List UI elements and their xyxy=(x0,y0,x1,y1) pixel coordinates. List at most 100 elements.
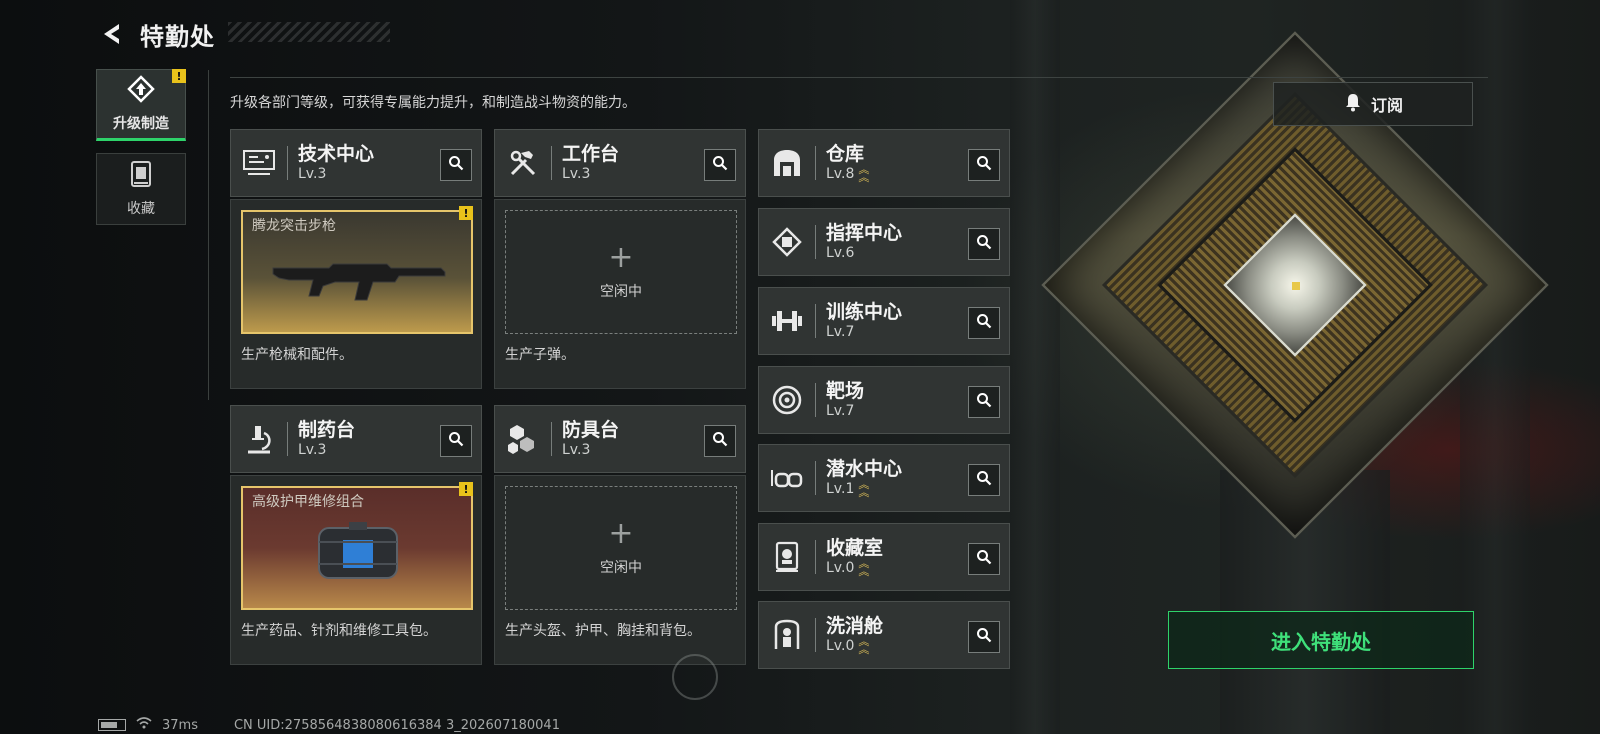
dept-name: 指挥中心 xyxy=(826,222,903,244)
search-icon xyxy=(976,392,992,412)
idle-label: 空闲中 xyxy=(600,284,642,300)
collection-icon xyxy=(128,160,154,192)
inspect-button[interactable] xyxy=(968,464,1000,496)
search-icon xyxy=(712,155,728,175)
dept-pharmacy[interactable]: 制药台 Lv.3 xyxy=(230,405,482,473)
dept-training-center[interactable]: 训练中心 Lv.7 xyxy=(758,287,1010,355)
search-icon xyxy=(448,431,464,451)
warehouse-icon xyxy=(759,130,815,196)
dept-name: 收藏室 xyxy=(826,537,884,559)
subscribe-label: 订阅 xyxy=(1370,96,1403,115)
upgrade-arrows-icon: ︽ ︽ xyxy=(858,478,869,499)
dept-level: Lv.7 xyxy=(826,324,855,340)
dept-level: Lv.0 xyxy=(826,560,855,576)
search-icon xyxy=(448,155,464,175)
dept-level: Lv.3 xyxy=(298,166,327,182)
production-slot[interactable]: 高级护甲维修组合 ! xyxy=(241,482,473,610)
tab-collection[interactable]: 收藏 xyxy=(96,153,186,225)
assault-rifle-icon xyxy=(269,252,449,306)
inspect-button[interactable] xyxy=(704,149,736,181)
dept-decontamination[interactable]: 洗消舱 Lv.0 ︽ ︽ xyxy=(758,601,1010,669)
dept-warehouse[interactable]: 仓库 Lv.8 ︽ ︽ xyxy=(758,129,1010,197)
enter-special-ops-button[interactable]: 进入特勤处 xyxy=(1168,611,1474,669)
production-description: 生产药品、针剂和维修工具包。 xyxy=(241,623,437,639)
dept-armor-bench[interactable]: 防具台 Lv.3 xyxy=(494,405,746,473)
microscope-icon xyxy=(231,406,287,472)
dept-level: Lv.8 xyxy=(826,166,855,182)
production-description: 生产枪械和配件。 xyxy=(241,347,353,363)
warning-badge: ! xyxy=(459,482,473,496)
dept-name: 训练中心 xyxy=(826,301,903,323)
dept-name: 潜水中心 xyxy=(826,458,903,480)
inspect-button[interactable] xyxy=(704,425,736,457)
tab-upgrade-craft[interactable]: ! 升级制造 xyxy=(96,69,186,141)
dept-diving-center[interactable]: 潜水中心 Lv.1 ︽ ︽ xyxy=(758,444,1010,512)
repair-kit-icon xyxy=(313,520,403,588)
warning-badge: ! xyxy=(172,69,186,83)
production-panel: 腾龙突击步枪 ! 生产枪械和配件。 xyxy=(230,199,482,389)
production-panel: + 空闲中 生产头盔、护甲、胸挂和背包。 xyxy=(494,475,746,665)
subscribe-button[interactable]: 订阅 xyxy=(1273,82,1473,126)
production-description: 生产子弹。 xyxy=(505,347,575,363)
dept-command-center[interactable]: 指挥中心 Lv.6 xyxy=(758,208,1010,276)
hammer-wrench-icon xyxy=(495,130,551,196)
diving-goggles-icon xyxy=(759,445,815,511)
dept-level: Lv.0 xyxy=(826,638,855,654)
tab-label: 收藏 xyxy=(127,201,155,217)
header: 特勤处 xyxy=(98,16,215,52)
production-description: 生产头盔、护甲、胸挂和背包。 xyxy=(505,623,701,639)
production-slot-empty[interactable]: + 空闲中 xyxy=(505,486,737,610)
divider xyxy=(208,70,209,400)
upgrade-arrows-icon: ︽ ︽ xyxy=(858,557,869,578)
tab-label: 升级制造 xyxy=(113,116,169,132)
inspect-button[interactable] xyxy=(968,621,1000,653)
production-panel: + 空闲中 生产子弹。 xyxy=(494,199,746,389)
target-icon xyxy=(759,367,815,433)
uid-text: CN UID:2758564838080616384 3_20260718004… xyxy=(233,717,560,733)
bell-icon xyxy=(1343,92,1363,116)
production-slot-empty[interactable]: + 空闲中 xyxy=(505,210,737,334)
search-icon xyxy=(976,155,992,175)
crosshair-decoration xyxy=(672,654,718,700)
dept-name: 靶场 xyxy=(826,380,865,402)
search-icon xyxy=(976,627,992,647)
upgrade-arrows-icon: ︽ ︽ xyxy=(858,163,869,184)
back-arrow-icon[interactable] xyxy=(98,20,126,48)
dept-name: 工作台 xyxy=(562,143,620,165)
upgrade-icon xyxy=(127,75,155,107)
status-bar: 37ms CN UID:2758564838080616384 3_202607… xyxy=(98,716,560,734)
inspect-button[interactable] xyxy=(440,425,472,457)
idle-label: 空闲中 xyxy=(600,560,642,576)
dept-tech-center[interactable]: 技术中心 Lv.3 xyxy=(230,129,482,197)
inspect-button[interactable] xyxy=(968,543,1000,575)
divider xyxy=(230,77,1488,78)
dumbbell-icon xyxy=(759,288,815,354)
search-icon xyxy=(976,549,992,569)
inspect-button[interactable] xyxy=(968,386,1000,418)
wifi-icon xyxy=(136,717,152,733)
dept-name: 制药台 xyxy=(298,419,356,441)
page-title: 特勤处 xyxy=(140,22,215,51)
production-panel: 高级护甲维修组合 ! 生产药品、针剂和维修工具包。 xyxy=(230,475,482,665)
inspect-button[interactable] xyxy=(968,228,1000,260)
search-icon xyxy=(976,313,992,333)
production-slot[interactable]: 腾龙突击步枪 ! xyxy=(241,206,473,334)
add-icon: + xyxy=(608,516,634,551)
battery-icon xyxy=(98,719,126,731)
dept-collection-room[interactable]: 收藏室 Lv.0 ︽ ︽ xyxy=(758,523,1010,591)
inspect-button[interactable] xyxy=(968,307,1000,339)
dept-level: Lv.3 xyxy=(298,442,327,458)
search-icon xyxy=(712,431,728,451)
upgrade-arrows-icon: ︽ ︽ xyxy=(858,635,869,656)
inspect-button[interactable] xyxy=(968,149,1000,181)
cubes-icon xyxy=(495,406,551,472)
monitor-icon xyxy=(231,130,287,196)
dept-name: 洗消舱 xyxy=(826,615,884,637)
search-icon xyxy=(976,470,992,490)
inspect-button[interactable] xyxy=(440,149,472,181)
dept-shooting-range[interactable]: 靶场 Lv.7 xyxy=(758,366,1010,434)
dept-level: Lv.1 xyxy=(826,481,855,497)
dept-workbench[interactable]: 工作台 Lv.3 xyxy=(494,129,746,197)
display-case-icon xyxy=(759,524,815,590)
dept-level: Lv.6 xyxy=(826,245,855,261)
